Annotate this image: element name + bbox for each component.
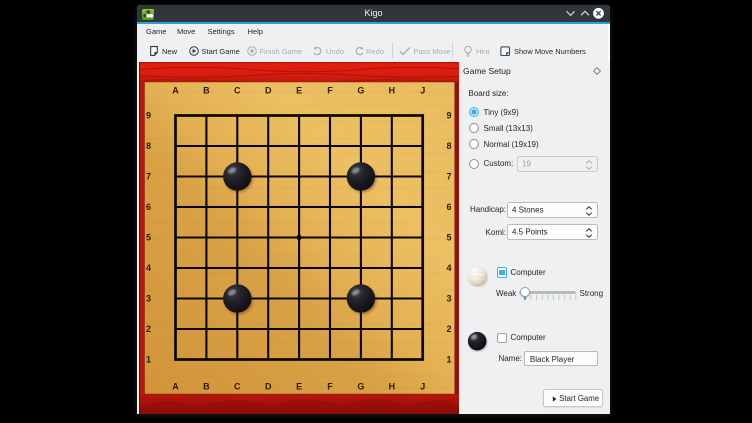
svg-text:E: E <box>296 381 302 391</box>
svg-text:2: 2 <box>146 324 151 334</box>
svg-text:7: 7 <box>446 171 451 181</box>
svg-text:G: G <box>357 381 364 391</box>
svg-text:G: G <box>357 85 364 95</box>
svg-text:3: 3 <box>146 293 151 303</box>
svg-text:F: F <box>327 381 333 391</box>
svg-text:1: 1 <box>446 354 451 364</box>
svg-text:E: E <box>296 85 302 95</box>
svg-text:3: 3 <box>446 293 451 303</box>
svg-text:H: H <box>389 85 396 95</box>
svg-text:B: B <box>203 381 210 391</box>
svg-text:F: F <box>327 85 333 95</box>
svg-text:4: 4 <box>446 263 451 273</box>
svg-text:D: D <box>265 381 272 391</box>
svg-text:5: 5 <box>146 232 151 242</box>
svg-text:9: 9 <box>146 110 151 120</box>
svg-text:B: B <box>203 85 210 95</box>
svg-text:J: J <box>420 381 425 391</box>
svg-text:C: C <box>234 381 241 391</box>
svg-text:6: 6 <box>146 202 151 212</box>
svg-text:A: A <box>172 381 179 391</box>
svg-text:A: A <box>172 85 179 95</box>
svg-text:5: 5 <box>446 232 451 242</box>
svg-text:8: 8 <box>146 141 151 151</box>
svg-text:J: J <box>420 85 425 95</box>
svg-text:7: 7 <box>146 171 151 181</box>
svg-text:2: 2 <box>446 324 451 334</box>
svg-text:H: H <box>389 381 396 391</box>
svg-text:D: D <box>265 85 272 95</box>
svg-text:4: 4 <box>146 263 151 273</box>
svg-text:8: 8 <box>446 141 451 151</box>
svg-text:9: 9 <box>446 110 451 120</box>
svg-text:6: 6 <box>446 202 451 212</box>
svg-text:1: 1 <box>146 354 151 364</box>
svg-text:C: C <box>234 85 241 95</box>
